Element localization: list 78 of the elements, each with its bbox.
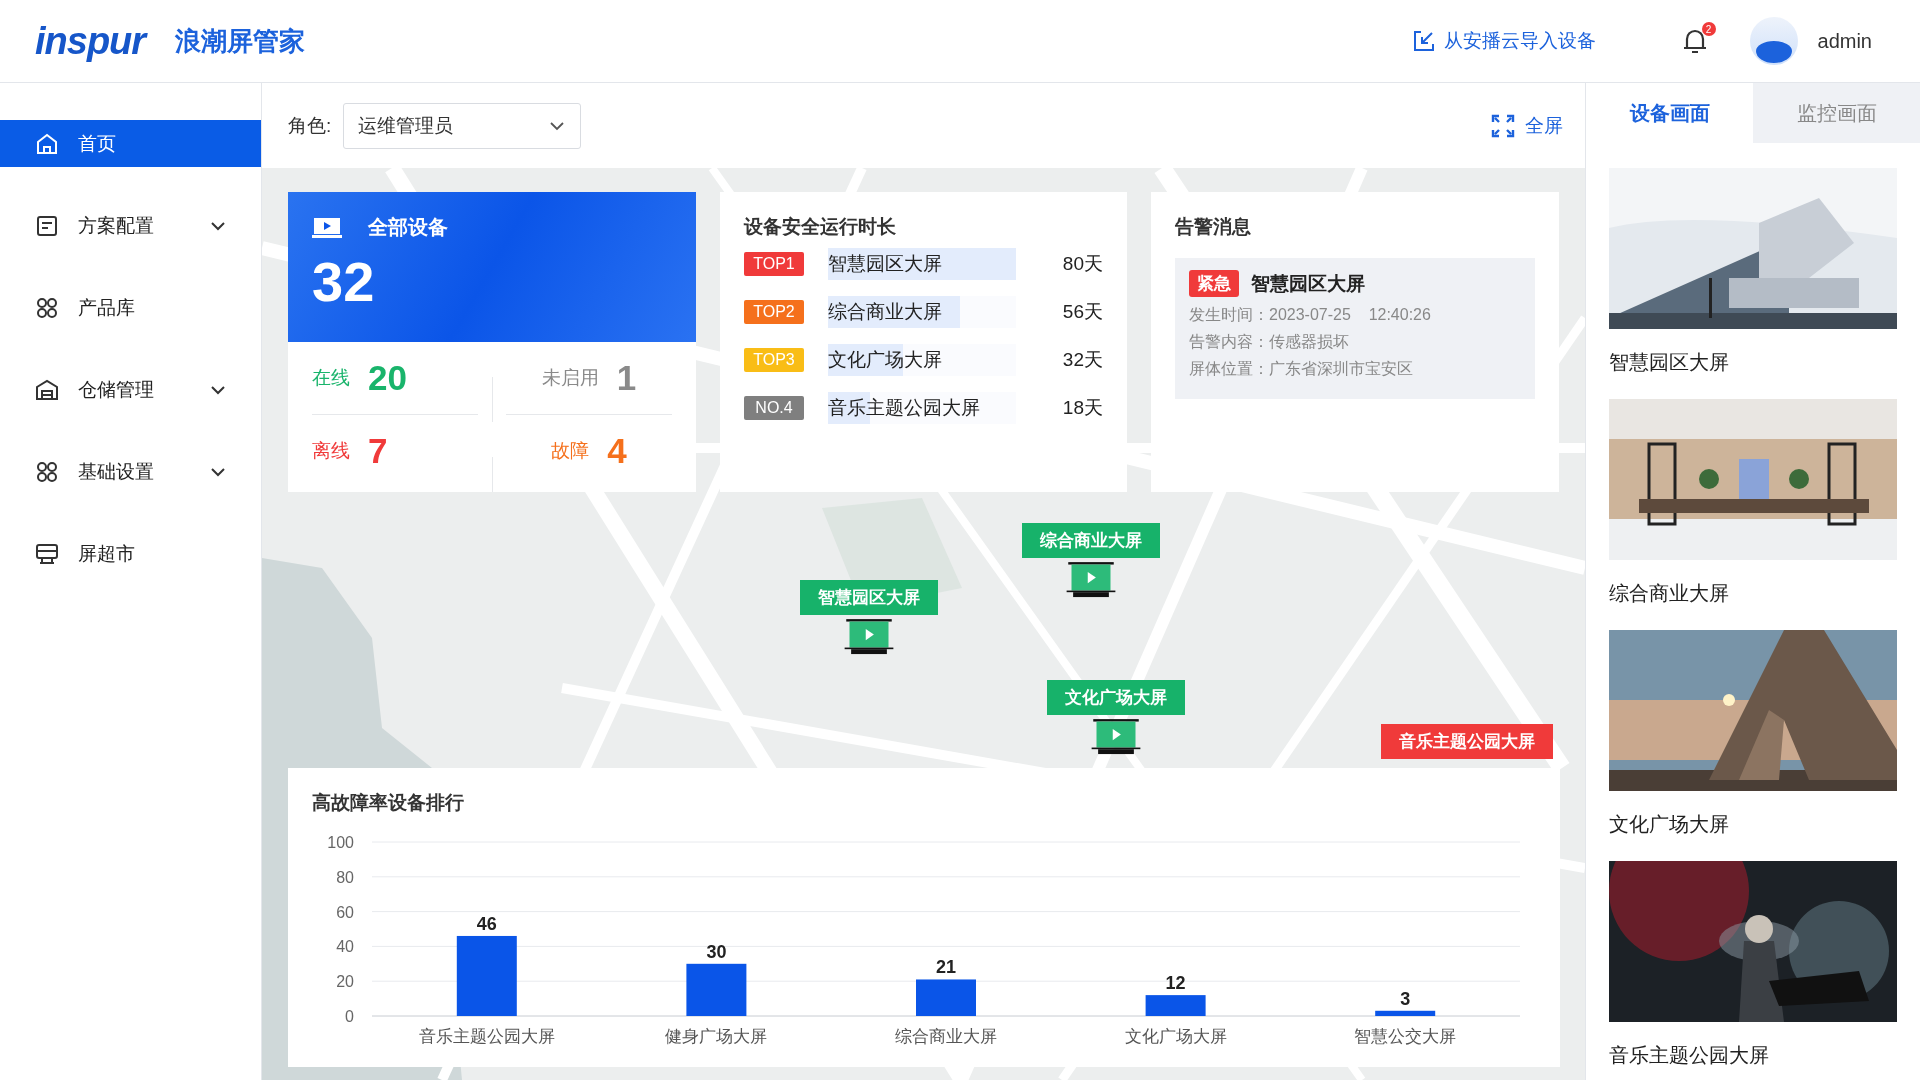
axis-tick-label: 100 — [327, 834, 354, 851]
status-label: 故障 — [551, 439, 590, 463]
run-days: 80天 — [1018, 251, 1103, 277]
role-select[interactable]: 运维管理员 — [343, 102, 582, 149]
rank-badge: TOP3 — [744, 348, 804, 372]
category-label: 文化广场大屏 — [1124, 1027, 1227, 1046]
screen-marker-icon[interactable] — [1065, 562, 1117, 598]
fullscreen-button[interactable]: 全屏 — [1491, 112, 1563, 139]
status-count: 20 — [368, 358, 407, 398]
alert-device: 智慧园区大屏 — [1251, 271, 1365, 296]
bar — [1375, 1010, 1436, 1016]
avatar-icon[interactable] — [1749, 17, 1798, 65]
map-marker-label[interactable]: 音乐主题公园大屏 — [1381, 724, 1553, 759]
import-link[interactable]: 从安播云导入设备 — [1411, 28, 1596, 54]
screen-name: 音乐主题公园大屏 — [1609, 1043, 1770, 1068]
bar-value-label: 12 — [1165, 973, 1186, 994]
category-label: 智慧公交大屏 — [1354, 1027, 1457, 1046]
card-title: 设备安全运行时长 — [744, 215, 897, 239]
chart-title: 高故障率设备排行 — [312, 791, 465, 815]
total-count: 32 — [312, 249, 375, 314]
bar-value-label: 46 — [476, 913, 497, 934]
bar — [916, 979, 976, 1016]
run-days: 32天 — [1018, 347, 1103, 373]
category-label: 健身广场大屏 — [665, 1027, 768, 1046]
alert-detail: 屏体位置：广东省深圳市宝安区 — [1189, 359, 1414, 379]
bar-value-label: 3 — [1400, 988, 1411, 1009]
status-label: 离线 — [312, 439, 350, 463]
status-count: 1 — [616, 358, 637, 398]
axis-tick-label: 0 — [345, 1008, 354, 1025]
device-name: 音乐主题公园大屏 — [828, 396, 980, 420]
bar — [686, 963, 747, 1016]
category-label: 综合商业大屏 — [895, 1027, 997, 1046]
nav-item[interactable]: 基础设置 — [0, 448, 261, 495]
screen-name: 文化广场大屏 — [1609, 812, 1730, 837]
nav-item[interactable]: 方案配置 — [0, 202, 261, 249]
device-name: 文化广场大屏 — [828, 348, 942, 372]
status-count: 7 — [368, 431, 388, 471]
view-tab[interactable]: 监控画面 — [1753, 83, 1920, 143]
alert-detail: 发生时间：2023-07-25 12:40:26 — [1189, 305, 1432, 325]
axis-tick-label: 40 — [336, 938, 354, 956]
run-days: 56天 — [1018, 299, 1103, 325]
run-days: 18天 — [1018, 395, 1103, 421]
rank-badge: NO.4 — [744, 396, 804, 420]
nav-item[interactable]: 屏超市 — [0, 530, 261, 577]
status-count: 4 — [607, 431, 627, 471]
role-label: 角色: — [288, 113, 332, 138]
notification-badge: 2 — [1701, 22, 1716, 36]
screen-name: 智慧园区大屏 — [1609, 350, 1730, 375]
rank-badge: TOP1 — [744, 252, 804, 276]
status-label: 未启用 — [541, 366, 599, 390]
user-name[interactable]: admin — [1817, 29, 1872, 53]
axis-tick-label: 20 — [336, 973, 354, 991]
screen-marker-icon[interactable] — [843, 619, 895, 655]
nav-item[interactable]: 仓储管理 — [0, 366, 261, 413]
card-title: 告警消息 — [1175, 215, 1252, 239]
screen-name: 综合商业大屏 — [1609, 581, 1730, 606]
category-label: 音乐主题公园大屏 — [418, 1027, 555, 1046]
card-title: 全部设备 — [368, 215, 448, 240]
device-name: 综合商业大屏 — [828, 300, 942, 324]
import-icon — [1411, 29, 1436, 53]
alert-detail: 告警内容：传感器损坏 — [1189, 332, 1350, 352]
bar-value-label: 30 — [706, 941, 727, 962]
alert-item[interactable]: 紧急 智慧园区大屏 发生时间：2023-07-25 12:40:26 告警内容：传感器损坏 屏体位置：广东省深圳市宝安区 — [1175, 258, 1535, 399]
monitor-play-icon — [312, 215, 342, 240]
screen-marker-icon[interactable] — [1090, 719, 1142, 755]
nav-item[interactable]: 产品库 — [0, 284, 261, 331]
device-name: 智慧园区大屏 — [828, 252, 942, 276]
rank-badge: TOP2 — [744, 300, 804, 324]
fullscreen-icon — [1491, 113, 1515, 138]
bar-value-label: 21 — [936, 957, 956, 978]
axis-tick-label: 80 — [336, 868, 354, 886]
app-title: 浪潮屏管家 — [175, 24, 306, 58]
bar — [1145, 995, 1206, 1016]
logo: inspur — [35, 19, 146, 63]
axis-tick-label: 60 — [336, 903, 354, 921]
status-label: 在线 — [312, 366, 350, 390]
severity-tag: 紧急 — [1189, 270, 1239, 297]
nav-item[interactable]: 首页 — [0, 120, 261, 167]
